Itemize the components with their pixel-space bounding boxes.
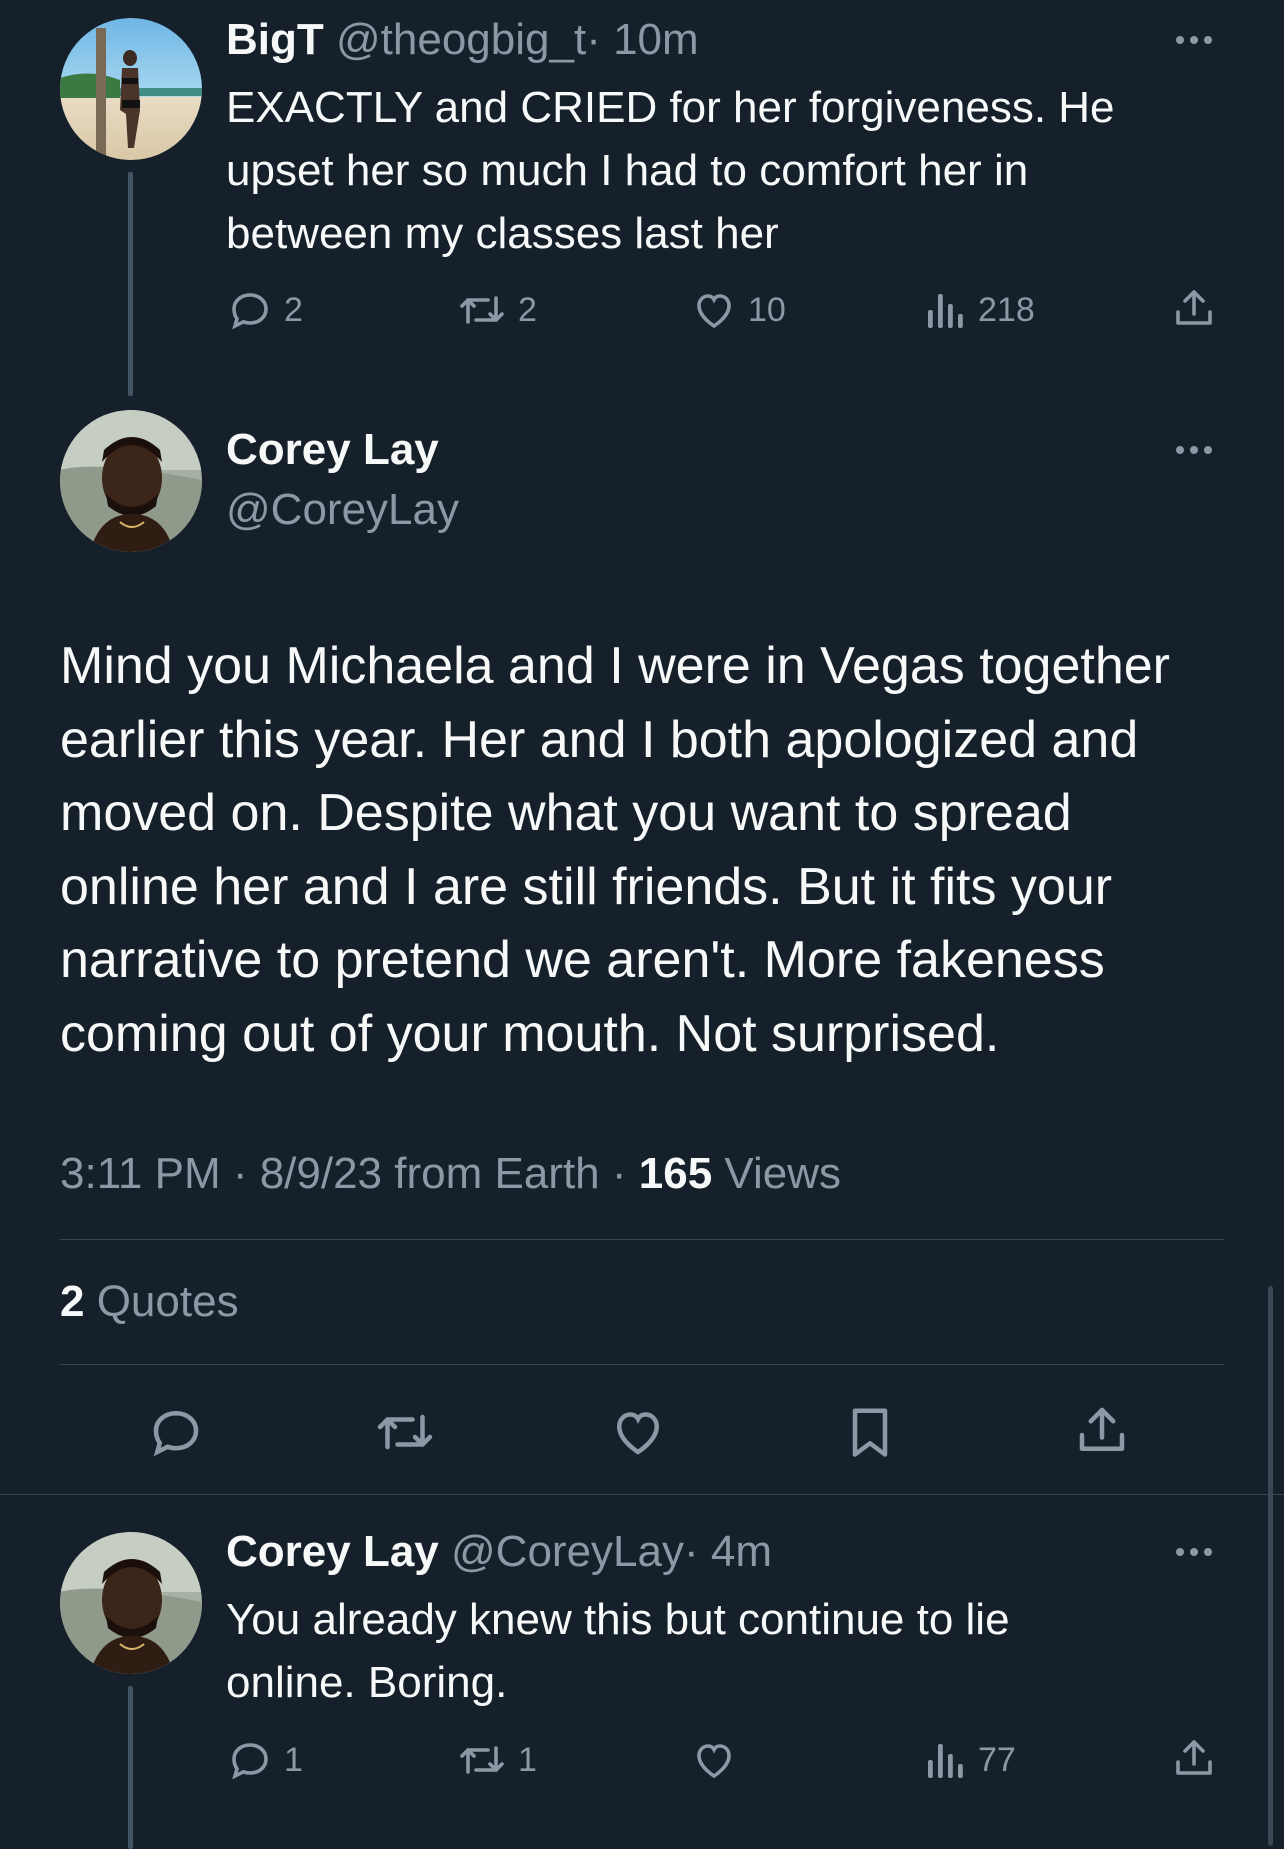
bookmark-button[interactable]: [840, 1402, 900, 1462]
retweet-button[interactable]: 1: [456, 1736, 537, 1784]
handle[interactable]: @CoreyLay: [451, 1527, 684, 1576]
display-name[interactable]: BigT: [226, 15, 324, 64]
reply-count: 2: [284, 290, 303, 329]
divider: [60, 1239, 1224, 1240]
timestamp[interactable]: · 4m: [684, 1527, 772, 1576]
share-button[interactable]: [1072, 1400, 1132, 1460]
more-icon[interactable]: [1176, 36, 1212, 44]
tweet-text-line: coming out of your mouth. Not surprised.: [60, 1004, 1000, 1063]
avatar-bigt[interactable]: [60, 18, 202, 160]
divider: [0, 1494, 1284, 1495]
scrollbar[interactable]: [1268, 1286, 1273, 1846]
share-button[interactable]: [1170, 1734, 1218, 1782]
retweet-button[interactable]: [372, 1402, 438, 1462]
reply-icon: [232, 1743, 268, 1780]
display-name[interactable]: Corey Lay: [226, 424, 439, 476]
views-label: Views: [712, 1149, 841, 1198]
reply-tweet-header: Corey Lay @CoreyLay· 4m: [226, 1526, 772, 1578]
like-button[interactable]: 10: [690, 286, 786, 334]
thread-line: [128, 172, 133, 396]
retweet-count: 1: [518, 1740, 537, 1779]
share-icon: [1176, 1740, 1212, 1775]
like-count: 10: [748, 290, 786, 329]
tweet-timestamp[interactable]: 3:11 PM · 8/9/23 from Earth ·: [60, 1149, 639, 1198]
tweet-text-line: between my classes last her: [226, 209, 779, 258]
views-count: 165: [638, 1149, 713, 1198]
tweet-text: You already knew this but continue to li…: [226, 1588, 1246, 1714]
reply-button[interactable]: 2: [226, 286, 303, 334]
views-count: 77: [978, 1740, 1016, 1779]
like-button[interactable]: [690, 1736, 748, 1784]
tweet-text-line: earlier this year. Her and I both apolog…: [60, 710, 1139, 769]
handle[interactable]: @CoreyLay: [226, 484, 459, 536]
thread-line: [128, 1686, 133, 1849]
divider: [60, 1364, 1224, 1365]
views-icon: [928, 1744, 963, 1778]
tweet-text-line: EXACTLY and CRIED for her forgiveness. H…: [226, 83, 1115, 132]
retweet-count: 2: [518, 290, 537, 329]
parent-tweet-header: BigT @theogbig_t· 10m: [226, 14, 699, 66]
views-button[interactable]: 218: [924, 286, 1035, 334]
tweet-text-line: narrative to pretend we aren't. More fak…: [60, 931, 1105, 989]
share-icon: [1079, 1407, 1125, 1451]
reply-button[interactable]: 1: [226, 1736, 303, 1784]
tweet-text-line: upset her so much I had to comfort her i…: [226, 146, 1029, 195]
reply-icon: [232, 293, 268, 330]
retweet-icon: [460, 1746, 504, 1774]
like-button[interactable]: [608, 1402, 668, 1462]
share-icon: [1176, 290, 1212, 325]
heart-icon: [697, 294, 731, 329]
timestamp[interactable]: · 10m: [586, 15, 698, 64]
views-count: 218: [978, 290, 1035, 329]
retweet-icon: [460, 296, 504, 324]
quotes-count: 2: [60, 1277, 85, 1326]
views-icon: [928, 294, 963, 328]
avatar-coreylay[interactable]: [60, 410, 202, 552]
tweet-meta: 3:11 PM · 8/9/23 from Earth · 165 Views: [60, 1148, 841, 1200]
quotes-label: Quotes: [84, 1277, 239, 1326]
more-icon[interactable]: [1176, 1548, 1212, 1556]
avatar-coreylay[interactable]: [60, 1532, 202, 1674]
display-name[interactable]: Corey Lay: [226, 1527, 439, 1576]
heart-icon: [697, 1744, 731, 1779]
more-icon[interactable]: [1176, 446, 1212, 454]
retweet-icon: [377, 1414, 433, 1450]
bookmark-icon: [852, 1408, 888, 1457]
tweet-text-line: online her and I are still friends. But …: [60, 857, 1113, 916]
tweet-text-line: online. Boring.: [226, 1658, 508, 1707]
reply-button[interactable]: [146, 1402, 206, 1462]
tweet-text-line: Mind you Michaela and I were in Vegas to…: [60, 637, 1171, 695]
tweet-text: EXACTLY and CRIED for her forgiveness. H…: [226, 76, 1246, 265]
handle[interactable]: @theogbig_t: [336, 15, 586, 64]
reply-count: 1: [284, 1740, 303, 1779]
quotes-link[interactable]: 2 Quotes: [60, 1276, 239, 1328]
views-button[interactable]: 77: [924, 1736, 1016, 1784]
tweet-text-line: You already knew this but continue to li…: [226, 1595, 1010, 1644]
heart-icon: [616, 1412, 660, 1455]
tweet-text-line: moved on. Despite what you want to sprea…: [60, 784, 1072, 842]
retweet-button[interactable]: 2: [456, 286, 537, 334]
share-button[interactable]: [1170, 284, 1218, 332]
reply-icon: [153, 1410, 199, 1457]
main-tweet-text: Mind you Michaela and I were in Vegas to…: [60, 630, 1260, 1071]
